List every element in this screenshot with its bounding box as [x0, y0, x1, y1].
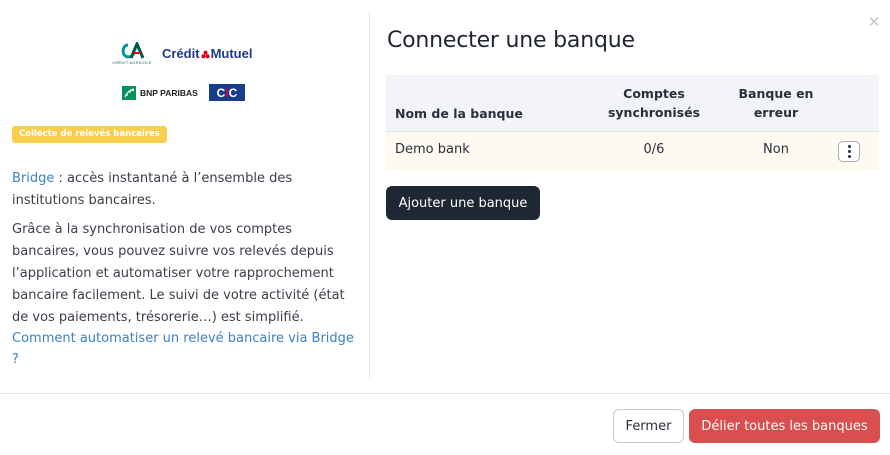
help-article-link[interactable]: Comment automatiser un relevé bancaire v…: [12, 328, 357, 370]
page-title: Connecter une banque: [387, 28, 635, 53]
column-header-name: Nom de la banque: [395, 106, 523, 121]
banks-table: Nom de la banque Comptes synchronisés Ba…: [386, 75, 879, 170]
feature-badge: Collecte de relevés bancaires: [12, 126, 167, 143]
bridge-description-text: : accès instantané à l’ensemble des inst…: [12, 171, 293, 208]
credit-mutuel-logo: Crédit Mutuel: [162, 46, 252, 61]
cell-synced-accounts: 0/6: [643, 142, 665, 157]
footer-divider: [0, 393, 890, 394]
sync-description: Grâce à la synchronisation de vos compte…: [12, 222, 345, 325]
credit-mutuel-label-a: Crédit: [162, 46, 200, 61]
close-icon[interactable]: ✕: [866, 14, 882, 30]
bridge-description: Bridge : accès instantané à l’ensemble d…: [12, 168, 357, 212]
close-button[interactable]: Fermer: [613, 409, 684, 443]
bnp-label: BNP PARIBAS: [140, 88, 198, 98]
column-header-error: Banque en erreur: [738, 86, 814, 120]
credit-mutuel-icon: [200, 50, 210, 59]
bank-logos: CRÉDIT AGRICOLE Crédit Mutuel BNP PARIBA…: [108, 42, 268, 104]
bridge-link[interactable]: Bridge: [12, 171, 54, 186]
row-actions-menu-icon[interactable]: [838, 141, 860, 162]
cic-logo: CIC: [209, 84, 245, 101]
table-header: Nom de la banque Comptes synchronisés Ba…: [386, 75, 879, 132]
bnp-paribas-logo: BNP PARIBAS: [122, 86, 198, 100]
credit-mutuel-label-b: Mutuel: [210, 46, 253, 61]
bnp-stars-icon: [122, 86, 136, 100]
cic-letter-1: C: [216, 85, 226, 100]
cic-letter-3: C: [228, 85, 238, 100]
credit-agricole-icon: [121, 42, 145, 59]
unlink-all-banks-button[interactable]: Délier toutes les banques: [689, 409, 880, 443]
add-bank-button[interactable]: Ajouter une banque: [386, 186, 540, 220]
left-panel: CRÉDIT AGRICOLE Crédit Mutuel BNP PARIBA…: [0, 12, 370, 378]
cell-bank-name: Demo bank: [395, 142, 470, 157]
credit-agricole-label: CRÉDIT AGRICOLE: [112, 60, 152, 65]
column-header-accounts: Comptes synchronisés: [607, 86, 701, 120]
credit-agricole-logo: CRÉDIT AGRICOLE: [108, 42, 156, 68]
table-row: Demo bank 0/6 Non: [386, 132, 879, 170]
cell-bank-error: Non: [763, 142, 789, 157]
